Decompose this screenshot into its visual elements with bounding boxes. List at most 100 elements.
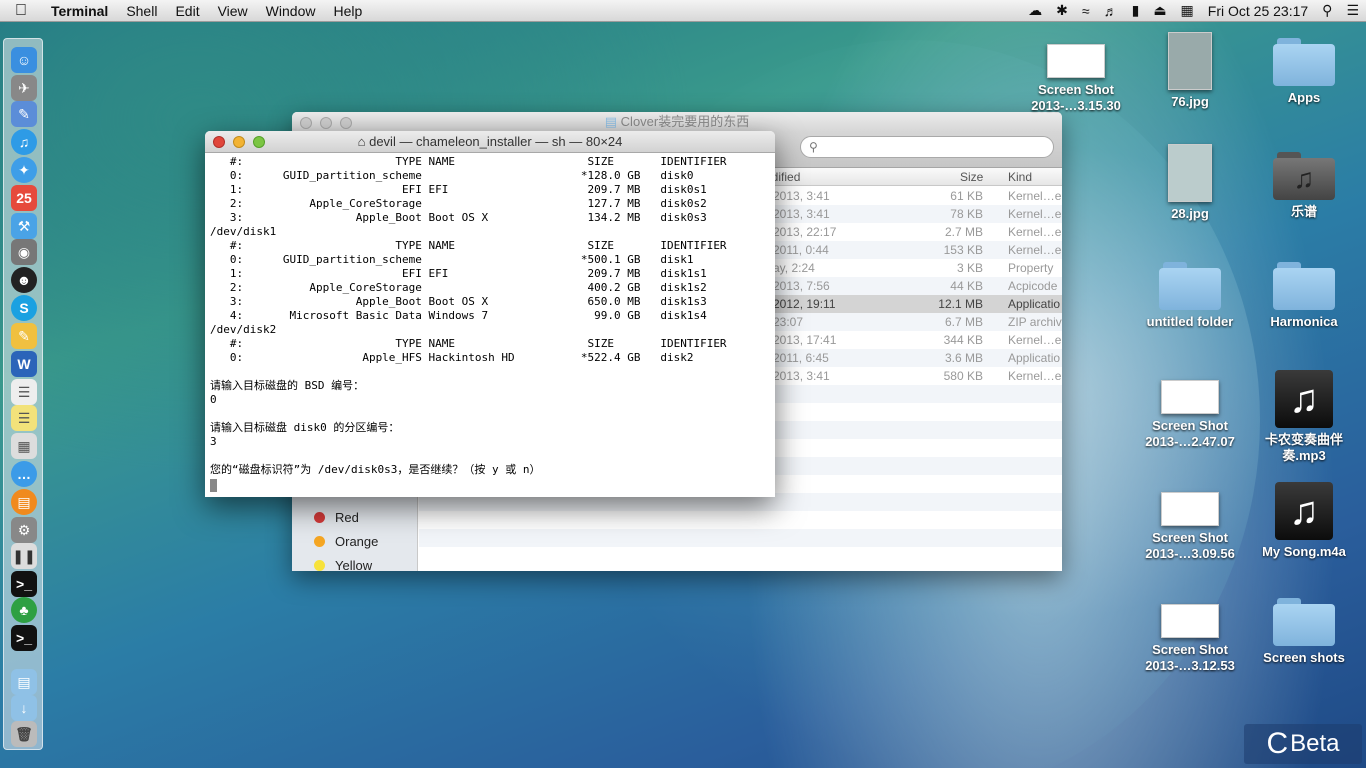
terminal-output[interactable]: #: TYPE NAME SIZE IDENTIFIER 0: GUID_par… (205, 153, 775, 477)
trash-icon[interactable]: 🗑 (11, 721, 37, 747)
terminal-dock-icon[interactable]: >_ (11, 571, 37, 597)
icon-label: Apps (1287, 90, 1321, 105)
desktop-mp3-file[interactable]: ♫ 卡农变奏曲伴 奏.mp3 (1249, 370, 1359, 464)
orange-tag-icon (314, 536, 325, 547)
applications-stack-icon[interactable]: ▤ (11, 669, 37, 695)
wifi-icon[interactable]: ≈ (1075, 3, 1097, 19)
row-size: 153 KB (943, 243, 983, 257)
app-dock-icon[interactable]: ✎ (11, 101, 37, 127)
bluetooth-icon[interactable]: ✱ (1049, 2, 1075, 19)
desktop-music-folder[interactable]: ♫ 乐谱 (1249, 152, 1359, 220)
preview-dock-icon[interactable]: ▦ (11, 433, 37, 459)
desktop-harmonica-folder[interactable]: Harmonica (1249, 262, 1359, 330)
watermark-text: Beta (1290, 730, 1340, 757)
xcode-dock-icon[interactable]: ⚒ (11, 213, 37, 239)
desktop-apps-folder[interactable]: Apps (1249, 38, 1359, 106)
empty-row (419, 511, 1062, 529)
textedit-dock-icon[interactable]: ☰ (11, 379, 37, 405)
folder-icon (1273, 598, 1335, 646)
icon-label: 76.jpg (1171, 94, 1209, 109)
system-preferences-dock-icon[interactable]: ⚙ (11, 517, 37, 543)
desktop-screenshot-2[interactable]: Screen Shot 2013-…2.47.07 (1135, 380, 1245, 450)
finder-search-input[interactable]: ⚲ (800, 136, 1054, 158)
apple-menu-icon[interactable]:  (0, 2, 42, 20)
terminal-cursor (210, 479, 217, 492)
desktop-screenshots-folder[interactable]: Screen shots (1249, 598, 1359, 666)
menu-window[interactable]: Window (257, 3, 325, 19)
spotlight-icon[interactable]: ⚲ (1315, 2, 1339, 19)
folder-icon (1273, 262, 1335, 310)
desktop-untitled-folder[interactable]: untitled folder (1135, 262, 1245, 330)
home-icon: ⌂ (357, 134, 366, 149)
terminal-zoom-button[interactable] (253, 136, 265, 148)
input-menu-icon[interactable]: ▦ (1174, 2, 1201, 19)
music-folder-icon: ♫ (1273, 152, 1335, 200)
column-kind[interactable]: Kind (1008, 170, 1032, 184)
finder-dock-icon[interactable]: ☺ (11, 47, 37, 73)
messages-dock-icon[interactable]: … (11, 461, 37, 487)
terminal2-dock-icon[interactable]: >_ (11, 625, 37, 651)
launchpad-dock-icon[interactable]: ✈ (11, 75, 37, 101)
row-kind: Kernel…e (1008, 207, 1062, 221)
tag-label: Orange (335, 534, 379, 549)
row-size: 344 KB (943, 333, 983, 347)
sidebar-tag-orange[interactable]: Orange (314, 534, 378, 549)
word-dock-icon[interactable]: W (11, 351, 37, 377)
finder-zoom-button[interactable] (340, 117, 352, 129)
row-size: 78 KB (950, 207, 983, 221)
eject-icon[interactable]: ⏏ (1146, 2, 1173, 19)
screenshot-thumbnail (1161, 604, 1219, 638)
row-date: 2013, 22:17 (773, 225, 837, 239)
desktop-m4a-file[interactable]: ♫ My Song.m4a (1249, 482, 1359, 560)
cloud-icon[interactable]: ☁ (1021, 2, 1049, 19)
icon-label: 卡农变奏曲伴 奏.mp3 (1264, 432, 1343, 463)
terminal-title: devil — chameleon_installer — sh — 80×24 (369, 134, 623, 149)
facetime-dock-icon[interactable]: ◉ (11, 239, 37, 265)
downloads-stack-icon[interactable]: ↓ (11, 695, 37, 721)
menu-edit[interactable]: Edit (166, 3, 208, 19)
column-size[interactable]: Size (960, 170, 983, 184)
icon-label: Screen Shot 2013-…2.47.07 (1145, 418, 1235, 449)
desktop-screenshot-3[interactable]: Screen Shot 2013-…3.09.56 (1135, 492, 1245, 562)
row-size: 44 KB (950, 279, 983, 293)
terminal-titlebar: ⌂ devil — chameleon_installer — sh — 80×… (205, 131, 775, 153)
menu-view[interactable]: View (209, 3, 257, 19)
menu-extras: ☁ ✱ ≈ ♬ ▮ ⏏ ▦ Fri Oct 25 23:17 ⚲ ☰ (1021, 0, 1366, 22)
menu-shell[interactable]: Shell (117, 3, 166, 19)
watermark-logo-icon: C (1266, 727, 1289, 760)
terminal-close-button[interactable] (213, 136, 225, 148)
terminal-minimize-button[interactable] (233, 136, 245, 148)
row-size: 3.6 MB (944, 351, 983, 365)
stickies-dock-icon[interactable]: ☰ (11, 405, 37, 431)
battery-icon[interactable]: ▮ (1125, 2, 1147, 19)
safari-dock-icon[interactable]: ✦ (11, 157, 37, 183)
folder-icon: ▤ (604, 114, 618, 129)
volume-icon[interactable]: ♬ (1097, 3, 1125, 19)
clover-dock-icon[interactable]: ♣ (11, 597, 37, 623)
desktop-screenshot-4[interactable]: Screen Shot 2013-…3.12.53 (1135, 604, 1245, 674)
finder-minimize-button[interactable] (320, 117, 332, 129)
menu-help[interactable]: Help (324, 3, 371, 19)
notes-dock-icon[interactable]: ✎ (11, 323, 37, 349)
ibooks-dock-icon[interactable]: ▤ (11, 489, 37, 515)
row-date: 2013, 17:41 (773, 333, 837, 347)
clock[interactable]: Fri Oct 25 23:17 (1201, 3, 1315, 19)
menu-app-name[interactable]: Terminal (42, 3, 117, 19)
desktop-76jpg[interactable]: 76.jpg (1135, 32, 1245, 110)
row-kind: Applicatio (1008, 351, 1061, 365)
itunes-dock-icon[interactable]: ♫ (11, 129, 37, 155)
qq-dock-icon[interactable]: ☻ (11, 267, 37, 293)
notification-center-icon[interactable]: ☰ (1339, 2, 1366, 19)
parallels-dock-icon[interactable]: ❚❚ (11, 543, 37, 569)
sidebar-tag-red[interactable]: Red (314, 510, 359, 525)
row-date: 2011, 6:45 (773, 351, 829, 365)
desktop-screenshot-1[interactable]: Screen Shot 2013-…3.15.30 (1021, 44, 1131, 114)
sidebar-tag-yellow[interactable]: Yellow (314, 558, 372, 571)
skype-dock-icon[interactable]: S (11, 295, 37, 321)
row-size: 12.1 MB (938, 297, 983, 311)
calendar-dock-icon[interactable]: 25 (11, 185, 37, 211)
finder-close-button[interactable] (300, 117, 312, 129)
row-date: 2012, 19:11 (773, 297, 836, 311)
row-kind: Kernel…e (1008, 243, 1062, 257)
desktop-28jpg[interactable]: 28.jpg (1135, 144, 1245, 222)
